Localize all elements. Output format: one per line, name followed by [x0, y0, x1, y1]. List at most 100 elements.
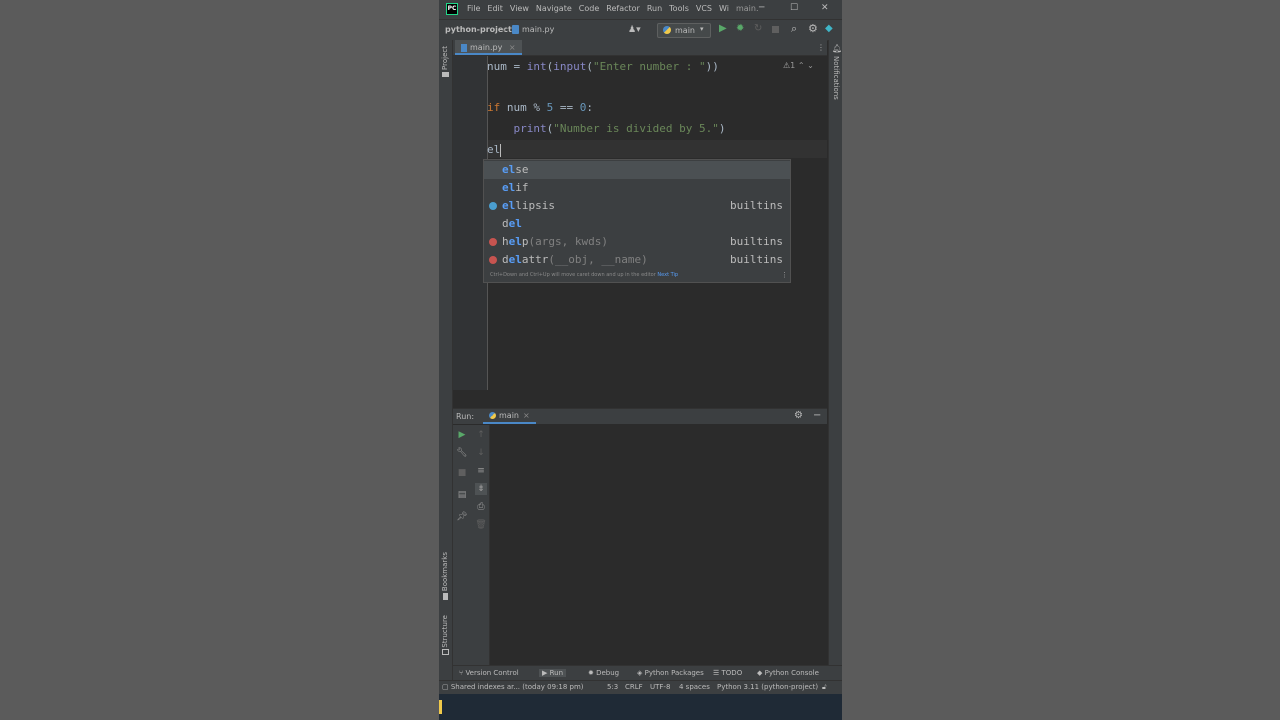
inspection-count: 1: [790, 61, 796, 70]
python-icon: [489, 412, 496, 419]
caret-position[interactable]: 5:3: [607, 683, 618, 691]
run-label: Run:: [456, 412, 475, 421]
completion-tip: Ctrl+Down and Ctrl+Up will move caret do…: [490, 272, 678, 278]
arrow-down-icon[interactable]: ↓: [475, 447, 487, 459]
python-file-icon: [512, 25, 519, 34]
completion-item-help[interactable]: help(args, kwds) builtins: [484, 233, 790, 251]
breadcrumb-project[interactable]: python-project: [445, 25, 512, 34]
tab-label: main.py: [470, 43, 503, 52]
debug-icon[interactable]: ✹: [736, 23, 744, 34]
menu-navigate[interactable]: Navigate: [536, 4, 572, 13]
bottom-tool-tabs: ⑂ Version Control ▶ Run ✹ Debug ◈ Python…: [453, 665, 842, 681]
pin-icon[interactable]: 📌︎: [456, 511, 468, 523]
more-tabs-icon[interactable]: ⋮: [817, 43, 825, 52]
code-line-5: el: [487, 143, 502, 157]
completion-item-ellipsis[interactable]: ellipsis builtins: [484, 197, 790, 215]
layout-icon[interactable]: ▤: [456, 489, 468, 501]
scroll-to-end-icon[interactable]: ⇟: [475, 483, 487, 495]
next-tip-link[interactable]: Next Tip: [657, 272, 678, 278]
python-file-icon: [461, 43, 467, 52]
menu-view[interactable]: View: [510, 4, 529, 13]
python-interpreter[interactable]: Python 3.11 (python-project): [717, 683, 818, 691]
title-bar: PC File Edit View Navigate Code Refactor…: [439, 0, 842, 19]
close-button[interactable]: ✕: [821, 3, 829, 13]
run-icon[interactable]: ▶: [719, 23, 727, 34]
menu-code[interactable]: Code: [579, 4, 599, 13]
menu-tools[interactable]: Tools: [669, 4, 689, 13]
breadcrumb-file[interactable]: main.py: [522, 25, 554, 34]
project-tool-tab[interactable]: Project: [441, 46, 449, 70]
arrow-up-icon[interactable]: ↑: [475, 429, 487, 441]
run-config-label: main: [675, 26, 695, 35]
stop-icon[interactable]: ■: [456, 467, 468, 479]
completion-item-elif[interactable]: elif: [484, 179, 790, 197]
menu-vcs[interactable]: VCS: [696, 4, 712, 13]
variable-icon: [489, 202, 497, 210]
close-icon[interactable]: ×: [509, 43, 516, 52]
completion-source: builtins: [730, 199, 783, 212]
indent-setting[interactable]: 4 spaces: [679, 683, 710, 691]
lock-icon[interactable]: 🔓︎: [822, 683, 827, 692]
menu-window[interactable]: Wi: [719, 4, 729, 13]
stop-icon[interactable]: [772, 26, 779, 33]
minimize-button[interactable]: ─: [759, 3, 764, 13]
menu-edit[interactable]: Edit: [487, 4, 503, 13]
settings-icon[interactable]: ⚙: [794, 410, 803, 421]
completion-text: help(args, kwds): [502, 235, 608, 248]
chevron-up-icon[interactable]: ⌃: [798, 61, 805, 70]
os-taskbar: [439, 694, 842, 720]
function-icon: [489, 238, 497, 246]
tab-python-packages[interactable]: ◈ Python Packages: [637, 669, 704, 677]
run-toolbar: ▶ 🔧︎ ■ ▤ 📌︎ ↑ ↓ ≡ ⇟ ⎙ 🗑︎: [453, 425, 490, 665]
code-editor[interactable]: num = int(input("Enter number : ")) ⚠1 ⌃…: [453, 56, 827, 390]
run-tool-window: Run: main × ⚙ − ▶ 🔧︎ ■ ▤ 📌︎ ↑ ↓ ≡ ⇟ ⎙ 🗑︎: [453, 408, 827, 665]
taskbar-indicator: [439, 700, 442, 714]
completion-item-del[interactable]: del: [484, 215, 790, 233]
rerun-icon[interactable]: ↻: [754, 23, 762, 34]
bookmarks-tool-tab[interactable]: Bookmarks: [441, 552, 449, 591]
run-tab-main[interactable]: main ×: [483, 409, 536, 424]
tab-todo[interactable]: ☰ TODO: [713, 669, 742, 677]
close-icon[interactable]: ×: [523, 411, 530, 420]
structure-icon: [442, 649, 449, 655]
tab-version-control[interactable]: ⑂ Version Control: [459, 669, 519, 677]
print-icon[interactable]: ⎙: [475, 501, 487, 513]
completion-source: builtins: [730, 235, 783, 248]
tip-text: Ctrl+Down and Ctrl+Up will move caret do…: [490, 272, 656, 278]
status-message[interactable]: ▢ Shared indexes ar... (today 09:18 pm): [442, 683, 584, 691]
tab-main-py[interactable]: main.py ×: [455, 40, 522, 55]
notifications-tool-tab[interactable]: Notifications: [832, 56, 840, 100]
tab-run[interactable]: ▶ Run: [539, 669, 567, 677]
file-encoding[interactable]: UTF-8: [650, 683, 670, 691]
menu-refactor[interactable]: Refactor: [606, 4, 640, 13]
vcs-user-icon[interactable]: ♟▾: [628, 25, 641, 35]
inspection-widget[interactable]: ⚠1 ⌃ ⌄: [783, 61, 814, 70]
completion-item-else[interactable]: else: [484, 161, 790, 179]
completion-text: ellipsis: [502, 199, 555, 212]
rerun-icon[interactable]: ▶: [456, 429, 468, 441]
settings-icon[interactable]: ⚙: [808, 22, 818, 35]
menu-run[interactable]: Run: [647, 4, 662, 13]
tab-python-console[interactable]: ◆ Python Console: [757, 669, 819, 677]
wrench-icon[interactable]: 🔧︎: [456, 447, 468, 459]
search-icon[interactable]: ⌕: [791, 22, 797, 36]
structure-tool-tab[interactable]: Structure: [441, 615, 449, 648]
more-options-icon[interactable]: ⋮: [781, 271, 788, 279]
hide-panel-icon[interactable]: −: [813, 410, 821, 421]
maximize-button[interactable]: ☐: [790, 3, 798, 13]
trash-icon[interactable]: 🗑︎: [475, 519, 487, 531]
completion-item-delattr[interactable]: delattr(__obj, __name) builtins: [484, 251, 790, 269]
jetbrains-ai-icon[interactable]: ◆: [825, 23, 833, 34]
bell-icon: 🔔︎: [832, 44, 842, 53]
soft-wrap-icon[interactable]: ≡: [475, 465, 487, 477]
run-tab-label: main: [499, 411, 519, 420]
tab-debug[interactable]: ✹ Debug: [588, 669, 619, 677]
breadcrumb-separator-icon: ›: [503, 25, 507, 34]
run-header: Run: main × ⚙ −: [453, 409, 827, 424]
line-separator[interactable]: CRLF: [625, 683, 643, 691]
chevron-down-icon: ▾: [700, 25, 704, 33]
chevron-down-icon[interactable]: ⌄: [807, 61, 814, 70]
run-config-selector[interactable]: main ▾: [657, 23, 711, 38]
ide-window: PC File Edit View Navigate Code Refactor…: [439, 0, 842, 720]
menu-file[interactable]: File: [467, 4, 480, 13]
